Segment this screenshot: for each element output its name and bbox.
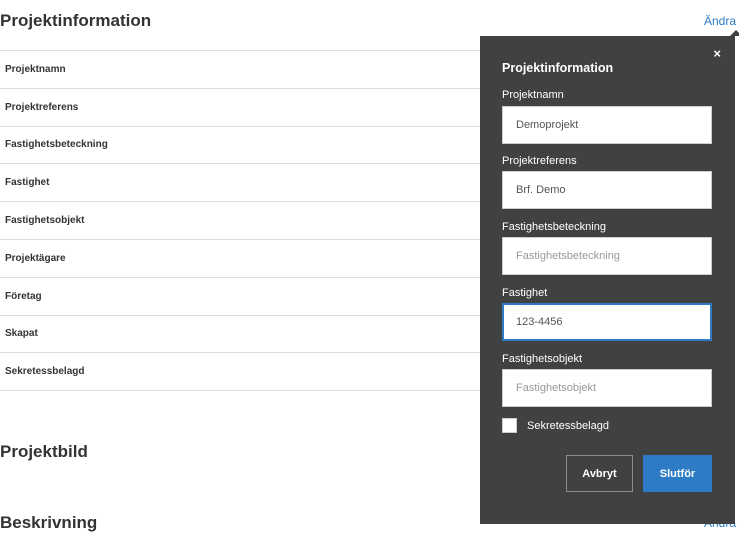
projektreferens-label: Projektreferens bbox=[502, 155, 577, 167]
info-row-sekretessbelagd: Sekretessbelagd bbox=[0, 353, 482, 392]
info-row-fastighetsobjekt: Fastighetsobjekt bbox=[0, 202, 482, 240]
info-row-fastighetsbeteckning: Fastighetsbeteckning bbox=[0, 127, 482, 165]
submit-button[interactable]: Slutför bbox=[643, 455, 712, 492]
project-info-list: Projektnamn Projektreferens Fastighetsbe… bbox=[0, 50, 482, 392]
info-row-foretag: Företag bbox=[0, 278, 482, 316]
projektnamn-label: Projektnamn bbox=[502, 89, 564, 101]
fastighetsbeteckning-input[interactable] bbox=[502, 237, 712, 275]
section-title-beskrivning: Beskrivning bbox=[0, 513, 98, 532]
sekretessbelagd-checkbox[interactable] bbox=[502, 418, 517, 433]
sekretessbelagd-checkbox-label: Sekretessbelagd bbox=[527, 419, 609, 432]
projektreferens-input[interactable] bbox=[502, 171, 712, 209]
info-row-projektreferens: Projektreferens bbox=[0, 89, 482, 127]
edit-project-popover: × Projektinformation Projektnamn Projekt… bbox=[480, 36, 735, 524]
fastighet-input[interactable] bbox=[502, 303, 712, 341]
section-title-projektbild: Projektbild bbox=[0, 442, 88, 461]
info-row-fastighet: Fastighet bbox=[0, 164, 482, 203]
sekretessbelagd-checkbox-row[interactable]: Sekretessbelagd bbox=[502, 418, 609, 433]
fastighetsbeteckning-label: Fastighetsbeteckning bbox=[502, 221, 606, 233]
info-row-projektagare: Projektägare bbox=[0, 240, 482, 278]
info-row-projektnamn: Projektnamn bbox=[0, 51, 482, 89]
fastighetsobjekt-input[interactable] bbox=[502, 369, 712, 407]
fastighetsobjekt-label: Fastighetsobjekt bbox=[502, 353, 583, 365]
info-row-skapat: Skapat bbox=[0, 316, 482, 354]
fastighet-label: Fastighet bbox=[502, 287, 548, 299]
close-icon[interactable]: × bbox=[713, 47, 721, 60]
cancel-button[interactable]: Avbryt bbox=[566, 455, 633, 492]
edit-projektinformation-link[interactable]: Ändra bbox=[704, 14, 736, 28]
popover-title: Projektinformation bbox=[502, 61, 614, 75]
projektnamn-input[interactable] bbox=[502, 106, 712, 144]
page-title-projektinformation: Projektinformation bbox=[0, 11, 152, 30]
